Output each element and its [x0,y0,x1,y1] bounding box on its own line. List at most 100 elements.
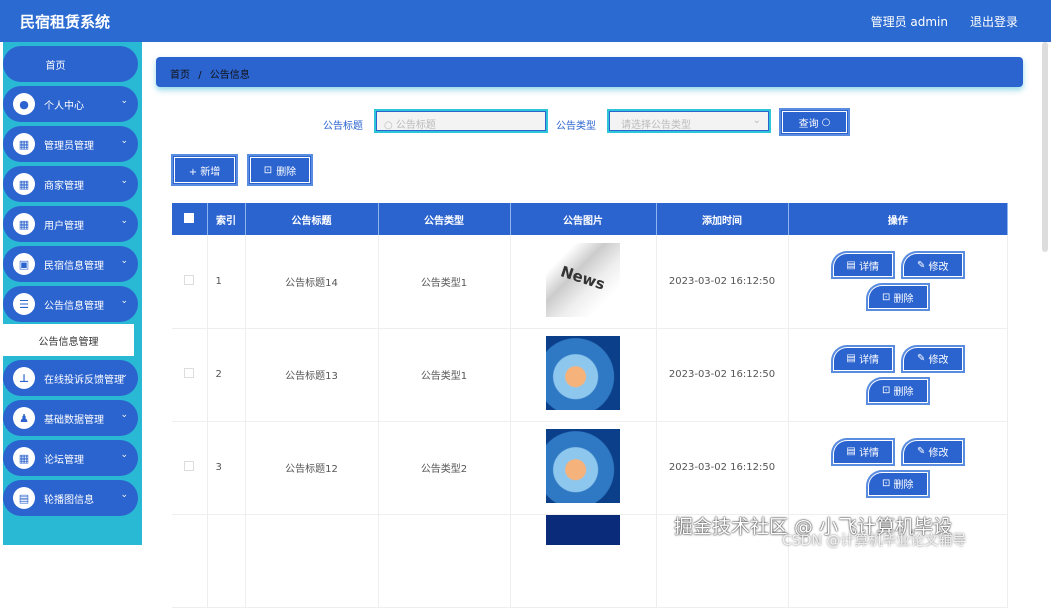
pencil-icon: ✎ [916,259,929,271]
sidebar-item-9[interactable]: ▤ 轮播图信息 ⌄ [3,480,138,516]
breadcrumb-separator: / [198,70,202,81]
current-user: 管理员 admin [870,15,948,29]
notice-image[interactable] [546,336,620,410]
edit-button[interactable]: ✎ 修改 [902,346,963,371]
notice-image[interactable] [546,242,620,317]
chevron-down-icon: ⌄ [120,256,128,266]
pencil-icon: ✎ [916,446,929,457]
watermark-secondary: CSDN @计算机毕业论文辅导 [782,533,967,549]
row-time: 2023-03-02 16:12:50 [656,421,789,515]
row-title: 公告标题14 [245,235,379,329]
row-delete-button[interactable]: ⊡ 删除 [867,378,928,403]
breadcrumb-home[interactable]: 首页 [170,70,190,81]
chevron-down-icon: ⌄ [120,296,128,306]
row-checkbox[interactable] [172,235,208,329]
search-icon: ○ [821,116,831,128]
column-header: 公告类型 [378,203,511,235]
detail-button[interactable]: ▤ 详情 [832,346,893,371]
sidebar-item-label: 个人中心 [44,100,84,112]
row-time: 2023-03-02 16:12:50 [656,328,789,422]
type-filter-label: 公告类型 [556,121,596,132]
row-checkbox[interactable] [172,421,208,515]
sidebar-item-5[interactable]: ☰ 公告信息管理 ⌄ [3,286,138,322]
row-index: 2 [207,328,246,422]
sidebar-item-4[interactable]: ▣ 民宿信息管理 ⌄ [3,246,138,282]
chevron-down-icon: ⌄ [120,410,128,420]
sidebar-item-label: 在线投诉反馈管理 [44,374,124,386]
sidebar-subitem-notice-management[interactable]: 公告信息管理 [3,324,134,356]
trash-icon: ⊡ [263,164,273,176]
chevron-down-icon: ⌄ [120,96,128,106]
sidebar-item-home[interactable]: 首页 [3,46,138,82]
sidebar-item-label: 轮播图信息 [44,494,94,506]
title-filter-label: 公告标题 [323,121,363,132]
person-icon: ♟ [13,407,35,429]
add-button[interactable]: + 新增 [173,156,236,184]
column-header: 公告图片 [510,203,657,235]
column-header: 添加时间 [656,203,789,235]
breadcrumb-current: 公告信息 [209,70,250,81]
row-index: 3 [207,421,246,515]
sidebar-item-label: 管理员管理 [44,140,94,152]
chevron-down-icon: ⌄ [120,216,128,226]
sidebar-item-8[interactable]: ▦ 论坛管理 ⌄ [3,440,138,476]
type-select[interactable]: 请选择公告类型 ⌄ [607,109,771,133]
row-title: 公告标题12 [245,421,379,515]
row-checkbox[interactable] [172,328,208,422]
grid-icon: ▦ [13,213,35,235]
chevron-down-icon: ⌄ [120,370,128,380]
select-all-checkbox[interactable] [172,203,208,235]
detail-button[interactable]: ▤ 详情 [832,439,893,464]
document-icon: ▤ [846,353,860,364]
document-icon: ▤ [846,446,860,457]
sidebar-item-6[interactable]: ⊥ 在线投诉反馈管理 ⌄ [3,360,138,396]
chevron-down-icon: ⌄ [752,115,761,126]
grid-icon: ▦ [13,447,35,469]
table-row: 2 公告标题13 公告类型1 2023-03-02 16:12:50 ▤ 详情 … [172,328,1008,422]
chevron-down-icon: ⌄ [120,136,128,146]
trash-icon: ⊡ [881,385,894,396]
search-icon: ○ [384,120,396,131]
scrollbar[interactable] [1042,42,1048,252]
edit-button[interactable]: ✎ 修改 [902,253,963,278]
row-type: 公告类型1 [378,235,511,329]
row-type: 公告类型2 [378,421,511,515]
sidebar-item-0[interactable]: ● 个人中心 ⌄ [3,86,138,122]
column-header: 操作 [788,203,1008,235]
chevron-down-icon: ⌄ [120,490,128,500]
row-type: 公告类型1 [378,328,511,422]
sidebar-item-7[interactable]: ♟ 基础数据管理 ⌄ [3,400,138,436]
row-delete-button[interactable]: ⊡ 删除 [867,471,928,496]
briefcase-icon: ▤ [13,487,35,509]
sidebar-item-label: 公告信息管理 [44,300,104,312]
table-row: 1 公告标题14 公告类型1 2023-03-02 16:12:50 ▤ 详情 … [172,235,1008,329]
detail-button[interactable]: ▤ 详情 [832,253,893,278]
logout-link[interactable]: 退出登录 [970,13,1018,30]
sidebar-item-label: 基础数据管理 [44,414,104,426]
trash-icon: ⊡ [881,478,894,489]
pencil-icon: ✎ [916,353,929,364]
notice-image[interactable] [546,514,620,545]
row-index: 1 [207,235,246,329]
document-icon: ▤ [846,259,860,271]
notice-image[interactable] [546,429,620,503]
sidebar-item-3[interactable]: ▦ 用户管理 ⌄ [3,206,138,242]
edit-button[interactable]: ✎ 修改 [902,439,963,464]
sidebar-item-1[interactable]: ▦ 管理员管理 ⌄ [3,126,138,162]
breadcrumb: 首页 / 公告信息 [156,57,1023,87]
sidebar-item-label: 用户管理 [44,220,84,232]
sidebar-item-label: 首页 [45,60,66,72]
row-delete-button[interactable]: ⊡ 删除 [867,285,928,310]
sidebar-item-label: 商家管理 [44,180,84,192]
title-search-input[interactable]: ○ 公告标题 [374,109,548,133]
chevron-down-icon: ⌄ [120,450,128,460]
sidebar-item-2[interactable]: ▦ 商家管理 ⌄ [3,166,138,202]
delete-button[interactable]: ⊡ 删除 [249,156,311,184]
trash-icon: ⊡ [881,291,894,303]
query-button[interactable]: 查询 ○ [781,110,848,134]
app-title: 民宿租赁系统 [20,13,111,31]
stamp-icon: ⊥ [13,367,35,389]
row-title: 公告标题13 [245,328,379,422]
table-row: 3 公告标题12 公告类型2 2023-03-02 16:12:50 ▤ 详情 … [172,421,1008,515]
column-header: 公告标题 [245,203,379,235]
